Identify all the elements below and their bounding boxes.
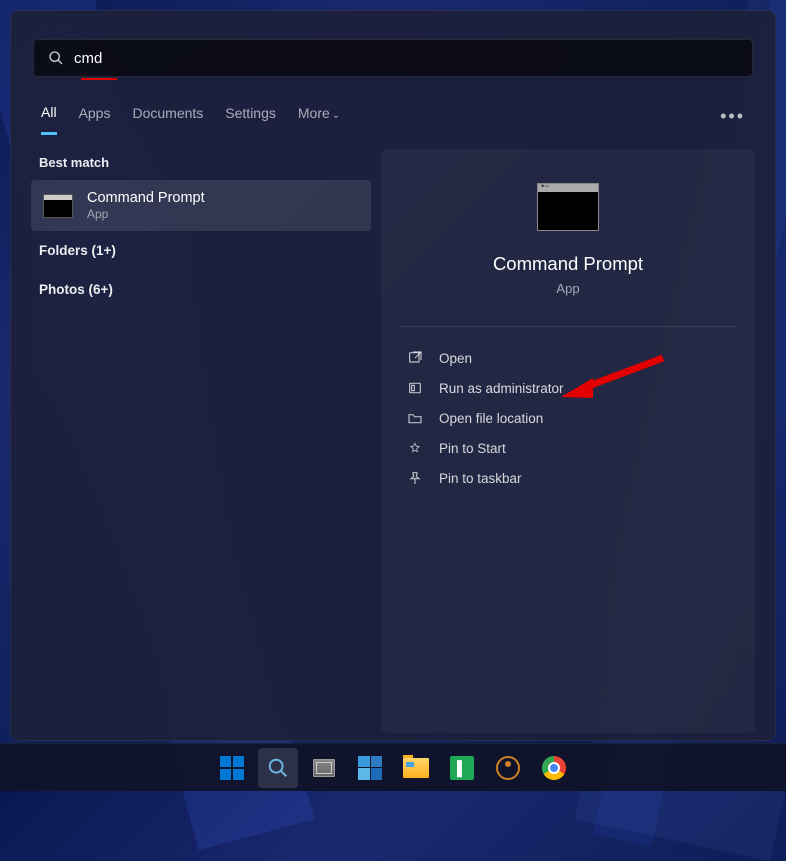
folder-icon <box>407 410 423 426</box>
cmd-icon <box>43 194 73 218</box>
action-label: Run as administrator <box>439 381 564 396</box>
results-column: Best match Command Prompt App Folders (1… <box>31 149 371 733</box>
action-open-file-location[interactable]: Open file location <box>399 403 737 433</box>
preview-pane: Command Prompt App Open Run as administr… <box>381 149 755 733</box>
search-icon <box>48 50 64 66</box>
options-button[interactable]: ••• <box>720 106 745 127</box>
result-subtitle: App <box>87 207 205 221</box>
pin-icon <box>407 470 423 486</box>
windows-logo-icon <box>220 756 244 780</box>
taskbar: ▌ <box>0 743 786 791</box>
preview-subtitle: App <box>556 281 579 296</box>
task-view-button[interactable] <box>304 748 344 788</box>
preview-title: Command Prompt <box>493 253 643 275</box>
widgets-button[interactable] <box>350 748 390 788</box>
annotation-underline <box>81 78 117 80</box>
filter-tabs: All Apps Documents Settings More⌄ ••• <box>11 91 775 135</box>
action-open[interactable]: Open <box>399 343 737 373</box>
tab-documents[interactable]: Documents <box>132 99 203 133</box>
tab-apps[interactable]: Apps <box>79 99 111 133</box>
chrome-button[interactable] <box>534 748 574 788</box>
chrome-icon <box>542 756 566 780</box>
category-photos[interactable]: Photos (6+) <box>31 270 371 309</box>
chevron-down-icon: ⌄ <box>332 110 340 121</box>
divider <box>399 326 737 327</box>
app-icon: ▌ <box>450 756 474 780</box>
result-title: Command Prompt <box>87 190 205 206</box>
result-command-prompt[interactable]: Command Prompt App <box>31 180 371 231</box>
action-pin-to-taskbar[interactable]: Pin to taskbar <box>399 463 737 493</box>
taskbar-search-button[interactable] <box>258 748 298 788</box>
best-match-label: Best match <box>31 149 371 180</box>
action-pin-to-start[interactable]: Pin to Start <box>399 433 737 463</box>
action-run-as-administrator[interactable]: Run as administrator <box>399 373 737 403</box>
file-explorer-button[interactable] <box>396 748 436 788</box>
taskbar-app-orange[interactable] <box>488 748 528 788</box>
folder-icon <box>403 758 429 778</box>
category-folders[interactable]: Folders (1+) <box>31 231 371 270</box>
admin-shield-icon <box>407 380 423 396</box>
tab-all[interactable]: All <box>41 98 57 135</box>
search-box[interactable] <box>33 39 753 77</box>
taskbar-app-green[interactable]: ▌ <box>442 748 482 788</box>
search-icon <box>267 757 289 779</box>
widgets-icon <box>358 756 382 780</box>
task-view-icon <box>313 759 335 777</box>
start-search-panel: All Apps Documents Settings More⌄ ••• Be… <box>10 10 776 741</box>
pin-icon <box>407 440 423 456</box>
action-label: Open file location <box>439 411 543 426</box>
preview-cmd-icon <box>537 183 599 231</box>
tab-settings[interactable]: Settings <box>225 99 276 133</box>
action-label: Pin to Start <box>439 441 506 456</box>
open-icon <box>407 350 423 366</box>
action-label: Pin to taskbar <box>439 471 522 486</box>
app-icon <box>496 756 520 780</box>
start-button[interactable] <box>212 748 252 788</box>
tab-more[interactable]: More⌄ <box>298 99 340 133</box>
search-input[interactable] <box>74 50 738 67</box>
action-label: Open <box>439 351 472 366</box>
